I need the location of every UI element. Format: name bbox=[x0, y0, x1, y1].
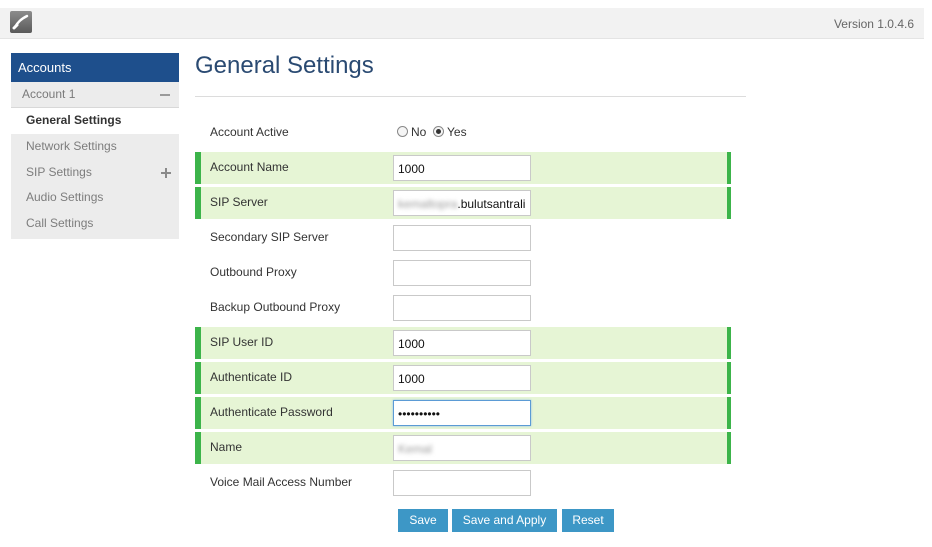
sip-user-id-input[interactable]: 1000 bbox=[393, 330, 531, 356]
radio-yes[interactable] bbox=[433, 126, 445, 137]
secondary-sip-server-input[interactable] bbox=[393, 225, 531, 251]
expand-icon[interactable] bbox=[161, 167, 171, 178]
sidebar-title[interactable]: Accounts bbox=[11, 53, 179, 82]
secondary-sip-server-row: Secondary SIP Server bbox=[195, 222, 731, 254]
reset-button[interactable]: Reset bbox=[562, 509, 614, 532]
account-active-label: Account Active bbox=[210, 125, 289, 139]
backup-outbound-proxy-row: Backup Outbound Proxy bbox=[195, 292, 731, 324]
outbound-proxy-input[interactable] bbox=[393, 260, 531, 286]
authenticate-password-input[interactable]: •••••••••• bbox=[393, 400, 531, 426]
outbound-proxy-row: Outbound Proxy bbox=[195, 257, 731, 289]
sip-user-id-label: SIP User ID bbox=[210, 335, 274, 349]
radio-no[interactable] bbox=[397, 126, 408, 137]
backup-outbound-proxy-label: Backup Outbound Proxy bbox=[210, 300, 341, 314]
name-label: Name bbox=[210, 440, 243, 454]
sidebar-item-sip-settings[interactable]: SIP Settings bbox=[11, 160, 179, 186]
sidebar-item-call-settings[interactable]: Call Settings bbox=[11, 211, 179, 237]
outbound-proxy-label: Outbound Proxy bbox=[210, 265, 297, 279]
sidebar-item-label: SIP Settings bbox=[26, 164, 92, 179]
authenticate-password-row: Authenticate Password •••••••••• bbox=[195, 397, 731, 429]
backup-outbound-proxy-input[interactable] bbox=[393, 295, 531, 321]
authenticate-id-input[interactable]: 1000 bbox=[393, 365, 531, 391]
account-active-row: Account Active No Yes bbox=[195, 117, 731, 149]
authenticate-password-label: Authenticate Password bbox=[210, 405, 333, 419]
sip-server-label: SIP Server bbox=[210, 195, 268, 209]
sip-server-value: .bulutsantrali bbox=[457, 197, 526, 211]
page-title: General Settings bbox=[195, 52, 374, 79]
save-and-apply-button[interactable]: Save and Apply bbox=[452, 509, 557, 532]
name-row: Name Kemal bbox=[195, 432, 731, 464]
sidebar-account-1[interactable]: Account 1 bbox=[11, 82, 179, 108]
sip-server-hidden-part: kemaltopra bbox=[398, 197, 458, 211]
title-divider bbox=[195, 96, 746, 97]
sip-server-row: SIP Server kemaltopra.bulutsantrali bbox=[195, 187, 731, 219]
radio-yes-label: Yes bbox=[447, 125, 467, 139]
secondary-sip-server-label: Secondary SIP Server bbox=[210, 230, 329, 244]
collapse-icon[interactable] bbox=[160, 94, 170, 96]
sidebar: Accounts Account 1 General Settings Netw… bbox=[11, 53, 179, 239]
sip-user-id-row: SIP User ID 1000 bbox=[195, 327, 731, 359]
top-bar: Version 1.0.4.6 bbox=[0, 8, 924, 39]
account-name-row: Account Name 1000 bbox=[195, 152, 731, 184]
account-name-input[interactable]: 1000 bbox=[393, 155, 531, 181]
sidebar-item-general-settings[interactable]: General Settings bbox=[11, 108, 179, 134]
voice-mail-row: Voice Mail Access Number bbox=[195, 467, 731, 499]
name-input[interactable]: Kemal bbox=[393, 435, 531, 461]
radio-no-label: No bbox=[411, 125, 427, 139]
voice-mail-input[interactable] bbox=[393, 470, 531, 496]
sidebar-menu: Account 1 General Settings Network Setti… bbox=[11, 82, 179, 239]
name-value: Kemal bbox=[398, 442, 433, 456]
sidebar-item-network-settings[interactable]: Network Settings bbox=[11, 134, 179, 160]
sidebar-account-label: Account 1 bbox=[22, 87, 76, 101]
save-button[interactable]: Save bbox=[398, 509, 448, 532]
voice-mail-label: Voice Mail Access Number bbox=[210, 475, 353, 489]
account-active-radio-group: No Yes bbox=[397, 125, 467, 139]
authenticate-id-label: Authenticate ID bbox=[210, 370, 293, 384]
phone-icon bbox=[10, 11, 32, 33]
sidebar-item-audio-settings[interactable]: Audio Settings bbox=[11, 185, 179, 211]
version-label: Version 1.0.4.6 bbox=[833, 17, 914, 31]
account-name-label: Account Name bbox=[210, 160, 289, 174]
authenticate-id-row: Authenticate ID 1000 bbox=[195, 362, 731, 394]
sip-server-input[interactable]: kemaltopra.bulutsantrali bbox=[393, 190, 531, 216]
